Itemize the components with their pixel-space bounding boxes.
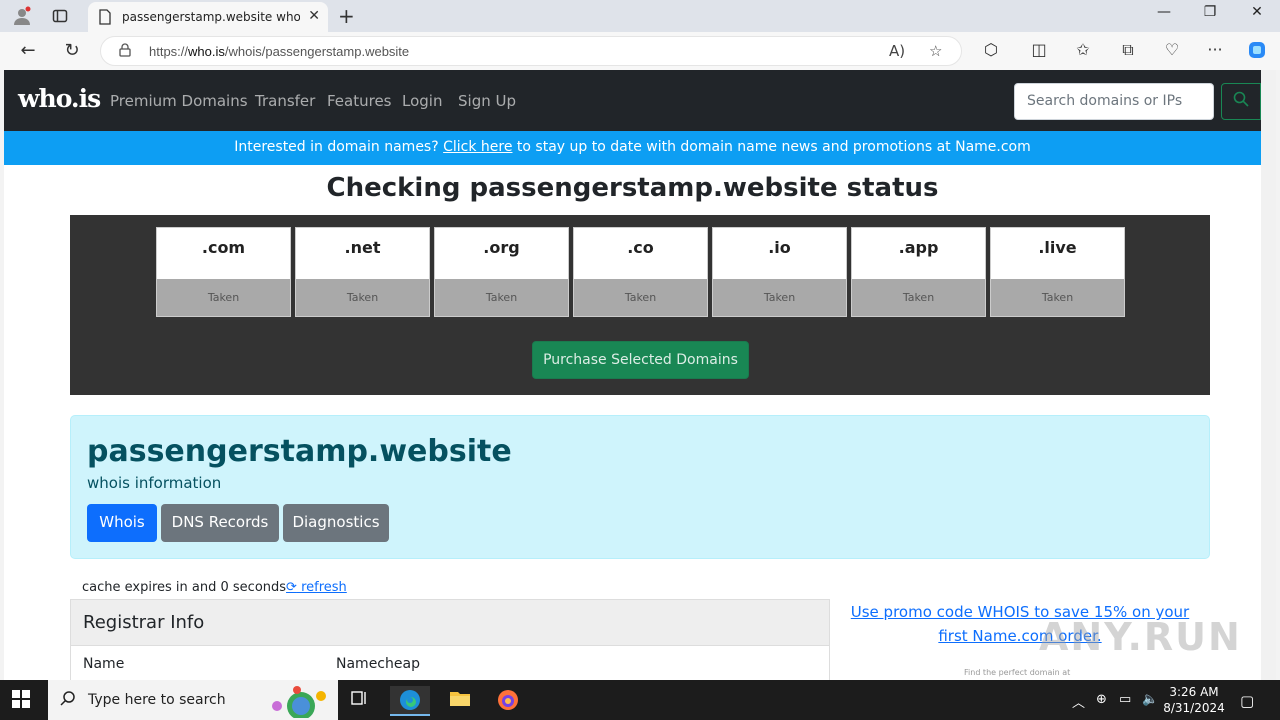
profile-icon[interactable] [10,4,34,28]
page-title: Checking passengerstamp.website status [326,173,939,203]
registrar-name-label: Name [83,656,125,672]
site-logo[interactable]: who.is [18,84,101,113]
new-tab-icon[interactable]: + [338,4,355,28]
tab-dns-records[interactable]: DNS Records [161,504,279,542]
tab-diagnostics[interactable]: Diagnostics [283,504,389,542]
lock-icon [119,43,131,61]
tld-card-co[interactable]: .co Taken [573,227,708,317]
browser-tabbar: passengerstamp.website whois lo ✕ + — ❐ … [0,0,1280,32]
taskbar-search-text: Type here to search [88,692,226,708]
registrar-name-value: Namecheap [336,656,420,672]
tld-card-io[interactable]: .io Taken [712,227,847,317]
tld-card-net[interactable]: .net Taken [295,227,430,317]
tld-availability-panel: .com Taken .net Taken .org Taken .co Tak… [70,215,1210,395]
nav-login[interactable]: Login [402,92,442,110]
favorite-star-icon[interactable]: ☆ [929,42,942,60]
tld-status: Taken [574,279,707,316]
promo-click-here-link[interactable]: Click here [443,139,512,155]
page-scrollbar[interactable] [1261,70,1276,680]
search-highlight-icon [263,684,329,720]
tray-chevron-icon[interactable]: ︿ [1072,692,1085,711]
refresh-icon: ⟳ [286,580,297,595]
tld-status: Taken [157,279,290,316]
nav-premium-domains[interactable]: Premium Domains [110,92,248,110]
tld-status: Taken [296,279,429,316]
address-bar[interactable]: https://who.is/whois/passengerstamp.webs… [100,36,962,66]
tld-name: .org [483,238,520,257]
anyrun-watermark: ANY.RUN [1039,615,1242,659]
tld-status: Taken [991,279,1124,316]
ad-caption: Find the perfect domain at [964,668,1071,677]
page-icon [99,9,111,25]
minimize-icon[interactable]: — [1141,4,1187,20]
registrar-info-title: Registrar Info [71,600,829,646]
promo-bar: Interested in domain names? Click here t… [4,131,1261,165]
read-aloud-icon[interactable]: A) [889,42,905,60]
windows-taskbar: Type here to search ︿ ⊕ ▭ 🔈 3:26 AM 8/31… [0,680,1280,720]
purchase-selected-domains-button[interactable]: Purchase Selected Domains [532,341,749,379]
nav-features[interactable]: Features [327,92,392,110]
tab-title: passengerstamp.website whois lo [122,10,300,24]
more-menu-icon[interactable]: ··· [1203,40,1227,59]
registrar-info-card: Registrar Info Name Namecheap [70,599,830,680]
file-explorer-icon[interactable] [440,686,480,716]
tld-name: .io [768,238,791,257]
back-icon[interactable]: ← [16,40,40,61]
refresh-link[interactable]: ⟳ refresh [286,580,347,595]
nav-sign-up[interactable]: Sign Up [458,92,516,110]
tld-card-app[interactable]: .app Taken [851,227,986,317]
browser-essentials-icon[interactable]: ♡ [1160,40,1184,59]
domain-name-heading: passengerstamp.website [87,434,512,469]
search-icon [1233,91,1249,107]
tld-name: .live [1038,238,1077,257]
close-window-icon[interactable]: ✕ [1234,4,1280,20]
web-page: who.is Premium Domains Transfer Features… [4,70,1276,680]
restore-icon[interactable]: ❐ [1187,4,1233,20]
task-view-icon[interactable] [340,686,380,716]
copilot-icon[interactable] [1245,40,1269,64]
firefox-icon[interactable] [488,686,528,716]
search-button[interactable] [1221,83,1261,120]
browser-tab-active[interactable]: passengerstamp.website whois lo ✕ [88,2,328,32]
tld-card-org[interactable]: .org Taken [434,227,569,317]
tld-name: .co [627,238,654,257]
tld-status: Taken [852,279,985,316]
clock-time: 3:26 AM [1169,685,1219,699]
cache-expiry-text: cache expires in and 0 seconds⟳ refresh [82,580,347,595]
collections-icon[interactable]: ⧉ [1116,40,1140,60]
split-screen-icon[interactable]: ◫ [1027,40,1051,59]
reload-icon[interactable]: ↻ [60,40,84,61]
search-icon [60,690,76,710]
close-tab-icon[interactable]: ✕ [308,8,320,24]
tray-app-icon[interactable]: ⊕ [1096,692,1107,707]
tld-name: .net [344,238,381,257]
tld-card-com[interactable]: .com Taken [156,227,291,317]
browser-toolbar: ← ↻ https://who.is/whois/passengerstamp.… [0,32,1280,70]
clock-date: 8/31/2024 [1163,701,1225,715]
tld-card-live[interactable]: .live Taken [990,227,1125,317]
whois-info-box: passengerstamp.website whois information… [70,415,1210,559]
nav-transfer[interactable]: Transfer [255,92,315,110]
site-navbar: who.is Premium Domains Transfer Features… [4,70,1261,131]
tab-actions-icon[interactable] [48,4,72,28]
favorites-icon[interactable]: ✩ [1071,40,1095,59]
tab-whois[interactable]: Whois [87,504,157,542]
taskbar-search-box[interactable]: Type here to search [48,680,338,720]
extensions-icon[interactable]: ⬡ [979,40,1003,59]
tld-status: Taken [713,279,846,316]
tld-status: Taken [435,279,568,316]
whois-subtitle: whois information [87,474,222,492]
tld-name: .app [898,238,939,257]
edge-taskbar-icon[interactable] [390,686,430,716]
windows-start-icon[interactable] [12,690,32,710]
tld-name: .com [201,238,246,257]
notifications-icon[interactable]: ▢ [1240,692,1254,710]
volume-icon[interactable]: 🔈 [1142,692,1158,707]
url-text: https://who.is/whois/passengerstamp.webs… [149,44,410,59]
domain-search-input[interactable]: Search domains or IPs [1014,83,1214,120]
taskbar-clock[interactable]: 3:26 AM 8/31/2024 [1162,684,1226,716]
network-icon[interactable]: ▭ [1119,692,1131,707]
